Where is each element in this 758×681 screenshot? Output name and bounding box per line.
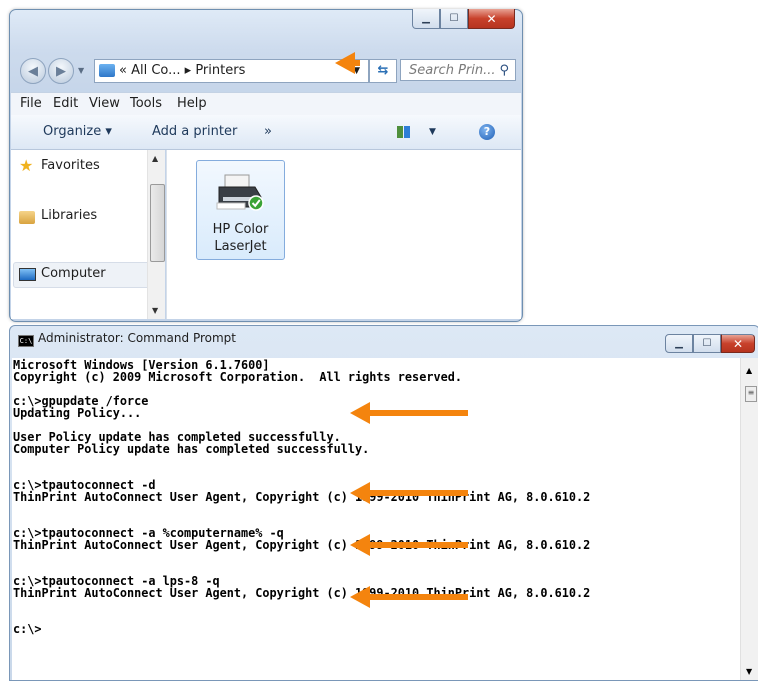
console-maximize-button[interactable]: ☐ — [693, 334, 721, 353]
libraries-icon — [19, 211, 35, 224]
search-icon[interactable]: ⚲ — [499, 60, 509, 82]
minimize-icon: ▁ — [422, 13, 430, 24]
navigation-bar: ◀ ▶ ▼ « All Co... ▸ Printers ▼ ⇆ Search … — [20, 52, 516, 86]
printer-label-line1: HP Color — [212, 222, 269, 237]
close-icon: ✕ — [486, 11, 497, 26]
chevron-down-icon[interactable]: ▼ — [335, 52, 360, 76]
favorites-star-icon: ★ — [19, 156, 34, 175]
navigation-pane: ★ Favorites Libraries Computer — [11, 150, 164, 319]
console-output[interactable]: Microsoft Windows [Version 6.1.7600] Cop… — [12, 358, 740, 680]
nav-computer[interactable]: Computer — [41, 266, 106, 281]
nav-favorites[interactable]: Favorites — [41, 158, 100, 173]
forward-arrow-icon: ▶ — [56, 63, 66, 79]
menu-edit[interactable]: Edit — [53, 93, 78, 115]
scroll-thumb[interactable]: ≡ — [745, 386, 757, 402]
console-minimize-button[interactable]: ▁ — [665, 334, 693, 353]
maximize-button[interactable]: ☐ — [440, 9, 468, 29]
printer-label-line2: LaserJet — [214, 239, 267, 254]
menu-file[interactable]: File — [20, 93, 42, 115]
console-scrollbar[interactable]: ▲ ≡ ▼ — [740, 358, 758, 680]
content-area: HP Color LaserJet — [167, 150, 521, 319]
scroll-down-icon[interactable]: ▼ — [152, 306, 158, 315]
printer-item[interactable]: HP Color LaserJet — [196, 160, 285, 260]
forward-button[interactable]: ▶ — [48, 58, 74, 84]
printer-label: HP Color LaserJet — [197, 221, 284, 255]
maximize-icon: ☐ — [702, 338, 712, 349]
address-path[interactable]: « All Co... ▸ Printers — [119, 60, 245, 82]
console-title: C:\ Administrator: Command Prompt — [18, 331, 236, 347]
maximize-icon: ☐ — [449, 13, 459, 24]
search-input[interactable]: Search Prin... ⚲ — [400, 59, 516, 81]
command-prompt-window: C:\ Administrator: Command Prompt ▁ ☐ ✕ M… — [9, 325, 758, 681]
nav-libraries[interactable]: Libraries — [41, 208, 97, 223]
scroll-down-icon[interactable]: ▼ — [746, 667, 752, 676]
close-icon: ✕ — [732, 336, 744, 351]
scroll-thumb[interactable] — [150, 184, 165, 262]
cmd-icon: C:\ — [18, 335, 34, 347]
address-bar[interactable]: « All Co... ▸ Printers ▼ — [94, 52, 369, 83]
scroll-up-icon[interactable]: ▲ — [152, 154, 158, 163]
minimize-icon: ▁ — [675, 338, 683, 349]
menu-bar: File Edit View Tools Help — [11, 92, 521, 116]
help-icon[interactable]: ? — [479, 124, 495, 140]
annotation-arrow — [350, 482, 468, 504]
refresh-icon: ⇆ — [377, 63, 389, 78]
back-arrow-icon: ◀ — [28, 63, 38, 79]
printer-icon — [216, 174, 264, 211]
recent-pages-dropdown[interactable]: ▼ — [78, 66, 84, 75]
computer-icon — [19, 268, 36, 281]
annotation-arrow — [350, 586, 468, 608]
console-close-button[interactable]: ✕ — [721, 334, 755, 353]
explorer-window: ▁ ☐ ✕ ◀ ▶ ▼ « All Co... ▸ Printers ▼ ⇆ S… — [9, 9, 523, 322]
window-controls: ▁ ☐ ✕ — [412, 9, 515, 29]
menu-view[interactable]: View — [89, 93, 120, 115]
menu-help[interactable]: Help — [177, 93, 207, 115]
close-button[interactable]: ✕ — [468, 9, 515, 29]
minimize-button[interactable]: ▁ — [412, 9, 440, 29]
console-window-controls: ▁ ☐ ✕ — [665, 334, 755, 353]
add-printer-button[interactable]: Add a printer — [152, 115, 237, 149]
change-view-icon[interactable] — [397, 126, 410, 138]
annotation-arrow — [350, 402, 468, 424]
printers-folder-icon — [99, 64, 115, 77]
menu-tools[interactable]: Tools — [130, 93, 162, 115]
organize-button[interactable]: Organize ▾ — [43, 115, 112, 149]
back-button[interactable]: ◀ — [20, 58, 46, 84]
nav-pane-scrollbar[interactable]: ▲ ▼ — [147, 150, 165, 319]
scroll-up-icon[interactable]: ▲ — [746, 366, 752, 375]
annotation-arrow — [350, 534, 468, 556]
refresh-button[interactable]: ⇆ — [369, 59, 397, 83]
command-bar: Organize ▾ Add a printer » ▼ ? — [11, 115, 521, 150]
console-title-text: Administrator: Command Prompt — [38, 331, 236, 345]
search-placeholder: Search Prin... — [409, 63, 496, 78]
view-options-chevron-icon[interactable]: ▼ — [429, 115, 436, 149]
more-commands-button[interactable]: » — [264, 115, 272, 149]
